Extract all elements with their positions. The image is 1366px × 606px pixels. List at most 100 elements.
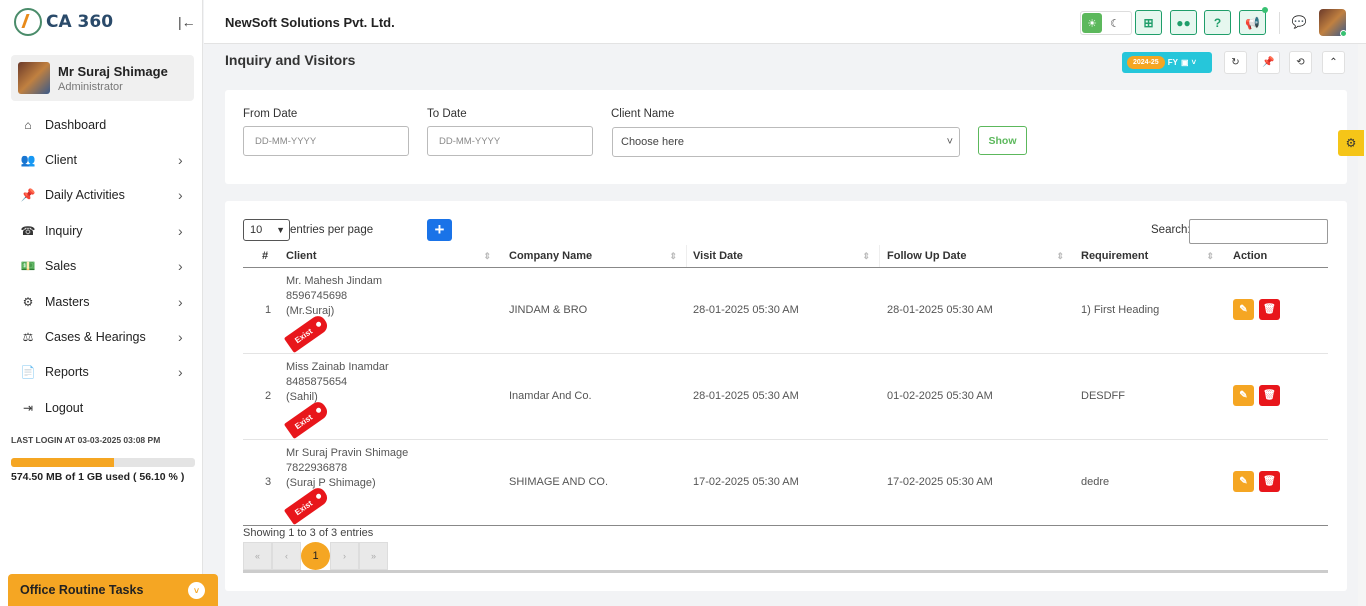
follow-up-date-cell: 01-02-2025 05:30 AM — [887, 390, 993, 402]
qr-icon[interactable]: ⊞ — [1135, 10, 1162, 35]
sidebar-item-label: Inquiry — [45, 223, 83, 238]
fy-label: FY — [1167, 58, 1178, 67]
row-divider — [243, 353, 1328, 354]
page-first-button[interactable]: « — [243, 542, 272, 570]
follow-up-date-cell: 17-02-2025 05:30 AM — [887, 476, 993, 488]
delete-icon[interactable]: 🗑 — [1259, 471, 1280, 492]
megaphone-icon[interactable]: 📢 — [1239, 10, 1266, 35]
table-bottom-divider — [243, 525, 1328, 526]
show-button[interactable]: Show — [978, 126, 1027, 155]
sidebar-item-masters[interactable]: ⚙ Masters › — [0, 284, 202, 319]
to-date-input[interactable]: DD-MM-YYYY — [427, 126, 593, 156]
page-1-button[interactable]: 1 — [301, 542, 330, 570]
add-inquiry-button[interactable]: + — [427, 219, 452, 241]
sidebar-item-label: Masters — [45, 294, 90, 309]
chevron-right-icon: › — [178, 222, 183, 239]
refresh-icon[interactable]: ↻ — [1224, 51, 1247, 74]
client-cell: Mr Suraj Pravin Shimage 7822936878 (Sura… — [286, 446, 408, 491]
delete-icon[interactable]: 🗑 — [1259, 299, 1280, 320]
page-title: Inquiry and Visitors — [225, 52, 356, 68]
company-cell: Inamdar And Co. — [509, 390, 592, 402]
search-label: Search: — [1151, 224, 1191, 236]
moon-icon[interactable]: ☾ — [1103, 12, 1127, 34]
to-date-label: To Date — [427, 108, 467, 120]
client-name-select[interactable]: Choose here ˅ — [612, 127, 960, 157]
office-routine-tasks-panel[interactable]: Office Routine Tasks ˅ — [8, 574, 218, 606]
storage-progress-fill — [11, 458, 115, 467]
settings-gear-icon[interactable]: ⚙ — [1338, 130, 1364, 156]
divider — [686, 245, 687, 267]
sidebar-item-label: Daily Activities — [45, 188, 125, 203]
divider — [1279, 12, 1280, 34]
col-header-client[interactable]: Client — [286, 244, 491, 268]
sidebar-item-inquiry[interactable]: ☎ Inquiry › — [0, 213, 202, 248]
chat-icon[interactable]: 💬 — [1290, 13, 1308, 31]
routine-label: Office Routine Tasks — [20, 583, 144, 597]
exist-tag: Exist — [283, 313, 331, 353]
col-header-requirement[interactable]: Requirement — [1081, 244, 1214, 268]
page-last-button[interactable]: » — [359, 542, 388, 570]
client-ref: (Suraj P Shimage) — [286, 477, 376, 489]
client-select-value: Choose here — [621, 136, 684, 148]
fy-year-badge: 2024-25 — [1127, 56, 1165, 69]
fy-selector[interactable]: 2024-25 FY ▣ ˅ — [1122, 52, 1212, 73]
client-ref: (Mr.Suraj) — [286, 305, 335, 317]
row-number: 2 — [265, 390, 272, 402]
chevron-down-icon[interactable]: ˅ — [188, 582, 205, 599]
collapse-sidebar-icon[interactable]: |← — [178, 14, 196, 30]
sidebar-item-sales[interactable]: 💵 Sales › — [0, 249, 202, 284]
horizontal-scrollbar[interactable] — [243, 570, 1328, 573]
calendar-icon: ▣ — [1180, 58, 1189, 67]
client-phone: 7822936878 — [286, 462, 348, 474]
help-icon[interactable]: ? — [1204, 10, 1231, 35]
collapse-up-icon[interactable]: ⌃ — [1322, 51, 1345, 74]
sidebar-item-cases-hearings[interactable]: ⚖ Cases & Hearings › — [0, 319, 202, 354]
last-login: LAST LOGIN AT 03-03-2025 03:08 PM — [11, 435, 161, 445]
col-header-company[interactable]: Company Name — [509, 244, 677, 268]
sidebar-item-label: Sales — [45, 259, 77, 274]
entries-per-page-select[interactable]: 10 ▼ — [243, 219, 290, 241]
edit-icon[interactable]: ✎ — [1233, 385, 1254, 406]
storage-progress-bar — [11, 458, 195, 467]
edit-icon[interactable]: ✎ — [1233, 471, 1254, 492]
col-header-num[interactable]: # — [262, 244, 282, 268]
col-header-follow-up-date[interactable]: Follow Up Date — [887, 244, 1064, 268]
sun-icon[interactable]: ☀ — [1082, 13, 1102, 33]
reset-icon[interactable]: ⟲ — [1289, 51, 1312, 74]
sidebar-item-dashboard[interactable]: ⌂ Dashboard — [0, 107, 202, 142]
pagination: « ‹ 1 › » — [243, 542, 388, 570]
delete-icon[interactable]: 🗑 — [1259, 385, 1280, 406]
sidebar-item-client[interactable]: 👥 Client › — [0, 142, 202, 177]
profile-name: Mr Suraj Shimage — [58, 63, 168, 79]
exist-tag: Exist — [283, 399, 331, 439]
logo[interactable]: CA 360 |← — [0, 0, 202, 44]
team-icon[interactable]: ●● — [1170, 10, 1197, 35]
client-phone: 8485875654 — [286, 376, 348, 388]
sidebar-item-label: Logout — [45, 400, 84, 415]
page-prev-button[interactable]: ‹ — [272, 542, 301, 570]
from-date-input[interactable]: DD-MM-YYYY — [243, 126, 409, 156]
logo-text: CA 360 — [46, 12, 114, 32]
sidebar-item-daily-activities[interactable]: 📌 Daily Activities › — [0, 178, 202, 213]
search-input[interactable] — [1189, 219, 1328, 244]
sidebar-item-logout[interactable]: ⇥ Logout — [0, 390, 202, 425]
chevron-down-icon: ˅ — [946, 136, 953, 148]
chevron-right-icon: › — [178, 187, 183, 204]
entries-per-page-label: entries per page — [290, 224, 374, 236]
page-next-button[interactable]: › — [330, 542, 359, 570]
chevron-right-icon: › — [178, 258, 183, 275]
profile-card[interactable]: Mr Suraj Shimage Administrator — [11, 55, 194, 101]
sidebar-item-label: Dashboard — [45, 117, 107, 132]
sidebar-item-reports[interactable]: 📄 Reports › — [0, 355, 202, 390]
client-phone: 8596745698 — [286, 290, 348, 302]
theme-toggle[interactable]: ☀ ☾ — [1080, 11, 1132, 35]
col-header-visit-date[interactable]: Visit Date — [693, 244, 870, 268]
edit-icon[interactable]: ✎ — [1233, 299, 1254, 320]
users-icon: 👥 — [20, 153, 36, 168]
client-name: Mr. Mahesh Jindam — [286, 275, 382, 287]
page-scrollbar[interactable] — [1358, 44, 1366, 606]
follow-up-date-cell: 28-01-2025 05:30 AM — [887, 304, 993, 316]
pin-icon[interactable]: 📌 — [1257, 51, 1280, 74]
sidebar-menu: ⌂ Dashboard 👥 Client › 📌 Daily Activitie… — [0, 107, 202, 426]
money-icon: 💵 — [20, 259, 36, 274]
